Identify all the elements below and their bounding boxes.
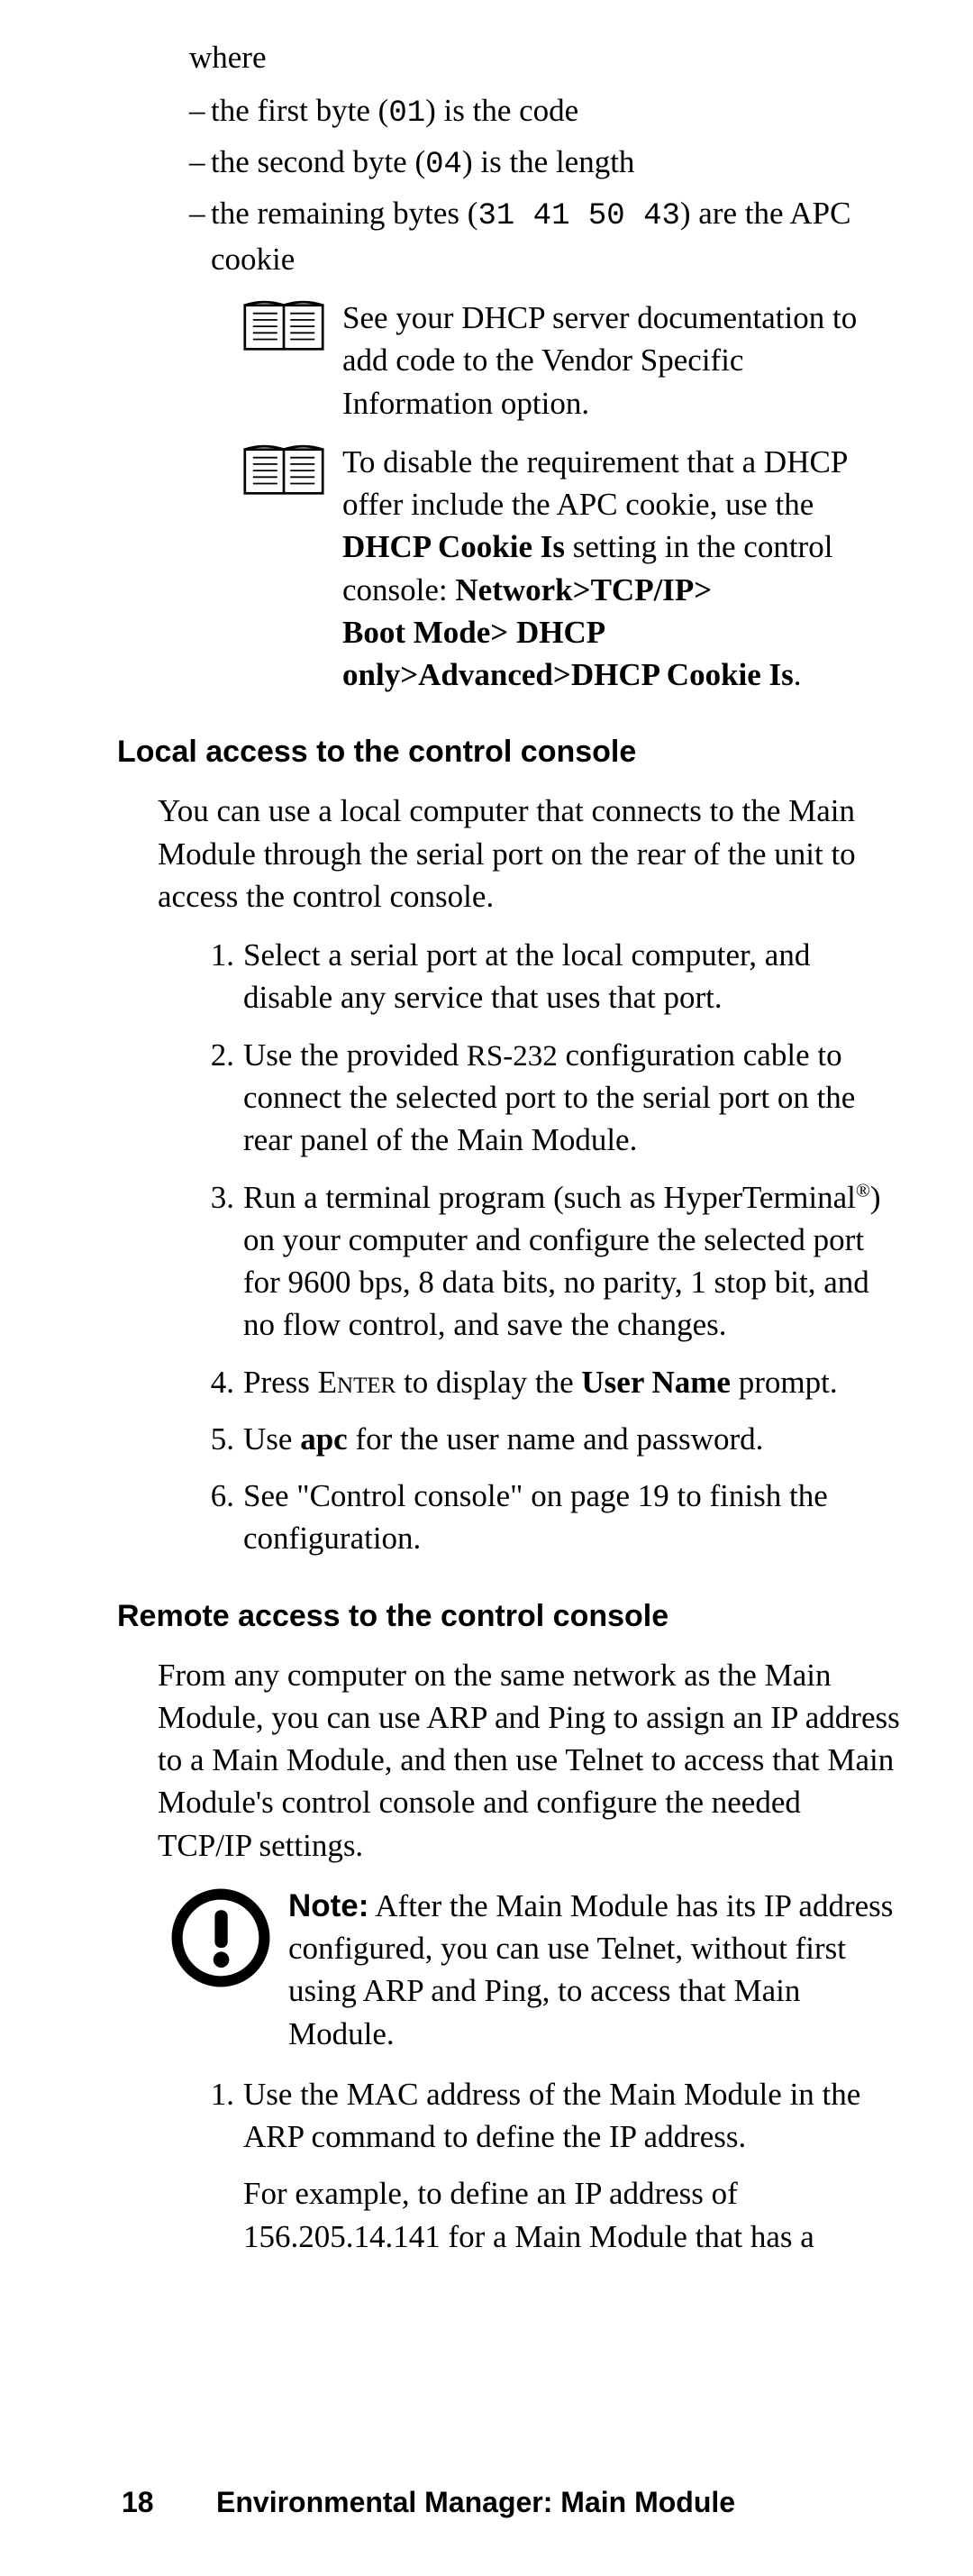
text: the second byte (: [211, 144, 425, 179]
text: the first byte (: [211, 93, 388, 128]
remote-steps: Use the MAC address of the Main Module i…: [207, 2073, 901, 2258]
text: prompt.: [731, 1365, 838, 1400]
step-2: Use the provided RS-232 configuration ca…: [207, 1034, 901, 1162]
info-block-1: See your DHCP server documentation to ad…: [243, 297, 901, 425]
text: RS-232: [467, 1040, 558, 1073]
text: Use the provided: [243, 1037, 467, 1073]
byte-list: the first byte (01) is the code the seco…: [189, 89, 901, 280]
text: to display the: [396, 1365, 581, 1400]
step-6: See "Control console" on page 19 to fini…: [207, 1475, 901, 1560]
byte-item-1: the first byte (01) is the code: [189, 89, 901, 135]
local-intro: You can use a local computer that connec…: [158, 790, 901, 918]
sub-paragraph: For example, to define an IP address of …: [243, 2172, 901, 2258]
text: Use the MAC address of the Main Module i…: [243, 2077, 860, 2154]
note-text: Note: After the Main Module has its IP a…: [288, 1885, 901, 2055]
step-3: Run a terminal program (such as HyperTer…: [207, 1176, 901, 1347]
note-block: Note: After the Main Module has its IP a…: [171, 1885, 901, 2055]
info-text: To disable the requirement that a DHCP o…: [342, 441, 901, 697]
text: .: [794, 657, 802, 692]
section-title-remote: Remote access to the control console: [117, 1596, 901, 1638]
bold-text: DHCP Cookie Is: [342, 529, 565, 564]
registered-icon: ®: [856, 1179, 870, 1201]
text: for the user name and password.: [348, 1421, 764, 1457]
bold-text: apc: [300, 1421, 348, 1457]
step-1: Select a serial port at the local comput…: [207, 934, 901, 1019]
code: 04: [425, 148, 462, 182]
text: Use: [243, 1421, 300, 1457]
text: ) is the length: [462, 144, 635, 179]
text: ) is the code: [425, 93, 578, 128]
bold-text: User Name: [581, 1365, 731, 1400]
step-4: Press Enter to display the User Name pro…: [207, 1361, 901, 1403]
text: To disable the requirement that a DHCP o…: [342, 444, 847, 522]
code: 31 41 50 43: [477, 199, 679, 233]
page-number: 18: [122, 2483, 216, 2522]
bold-text: Network>TCP/IP>: [455, 572, 712, 607]
note-label: Note:: [288, 1888, 368, 1923]
bold-text: Boot Mode> DHCP only>Advanced>DHCP Cooki…: [342, 615, 794, 692]
byte-item-3: the remaining bytes (31 41 50 43) are th…: [189, 192, 901, 280]
step-5: Use apc for the user name and password.: [207, 1418, 901, 1460]
page-footer: 18 Environmental Manager: Main Module: [189, 2483, 901, 2522]
footer-title: Environmental Manager: Main Module: [216, 2483, 735, 2522]
text: Run a terminal program (such as HyperTer…: [243, 1180, 856, 1215]
where-label: where: [189, 36, 901, 78]
info-text: See your DHCP server documentation to ad…: [342, 297, 901, 425]
alert-icon: [171, 1888, 270, 1987]
section-title-local: Local access to the control console: [117, 732, 901, 773]
book-icon: [243, 444, 324, 498]
remote-intro: From any computer on the same network as…: [158, 1654, 901, 1867]
info-block-2: To disable the requirement that a DHCP o…: [243, 441, 901, 697]
text: After the Main Module has its IP address…: [288, 1888, 893, 2051]
code: 01: [388, 96, 425, 131]
byte-item-2: the second byte (04) is the length: [189, 141, 901, 187]
step-1: Use the MAC address of the Main Module i…: [207, 2073, 901, 2258]
text: Press: [243, 1365, 318, 1400]
text: the remaining bytes (: [211, 196, 477, 231]
enter-key: Enter: [318, 1365, 396, 1400]
page-content: where the first byte (01) is the code th…: [0, 0, 973, 2576]
local-steps: Select a serial port at the local comput…: [207, 934, 901, 1560]
book-icon: [243, 300, 324, 354]
